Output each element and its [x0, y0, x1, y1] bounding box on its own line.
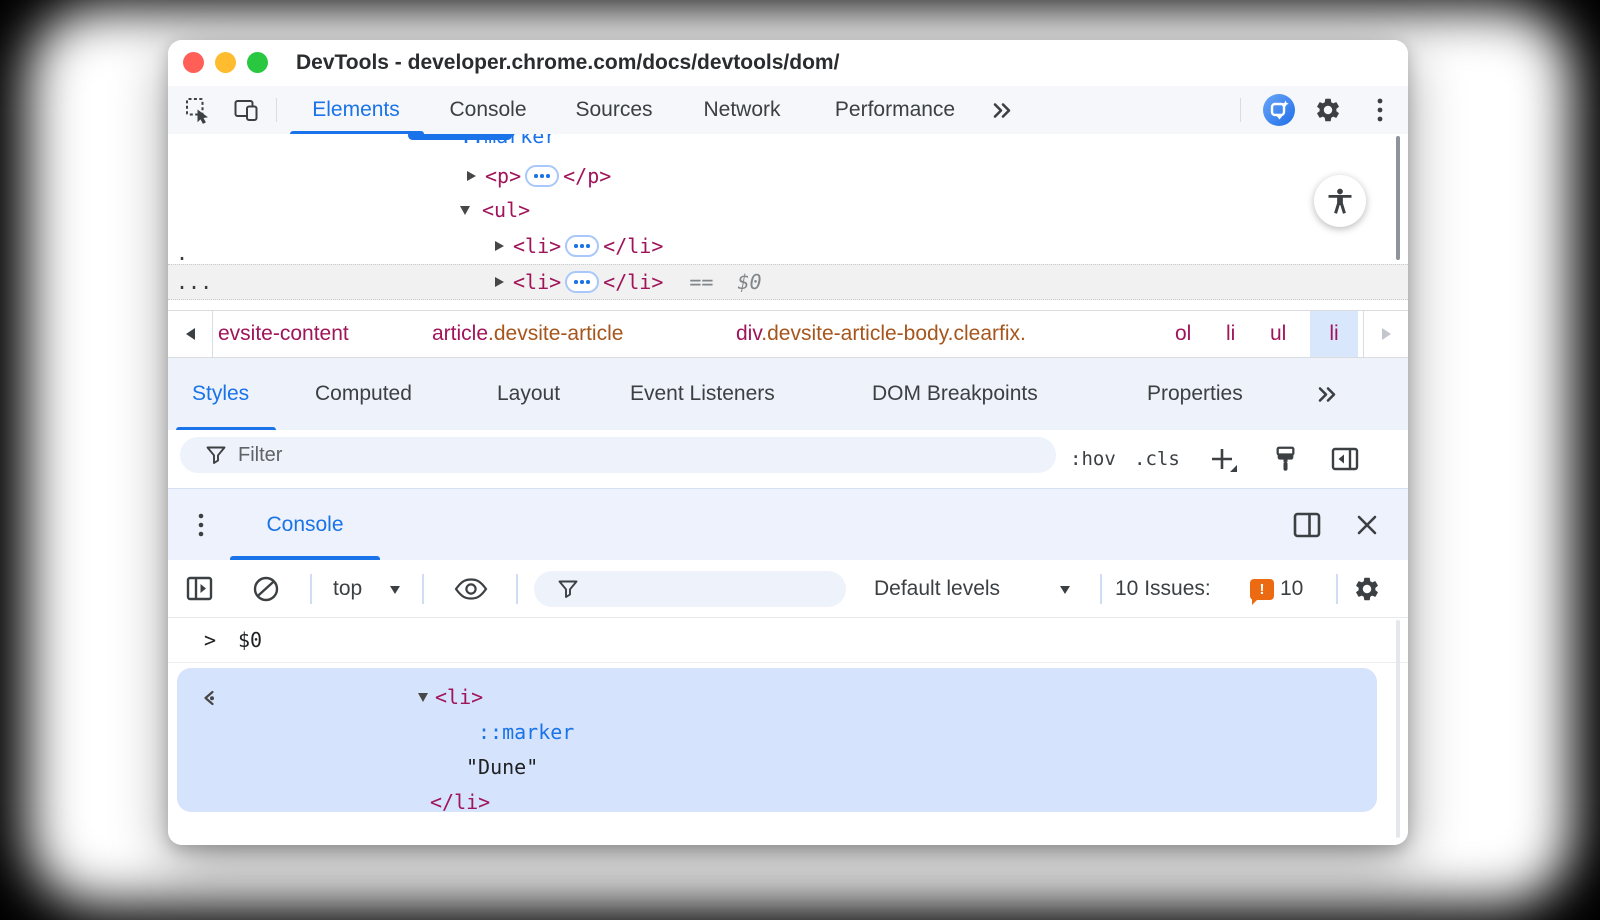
settings-gear-icon[interactable]	[1314, 96, 1342, 124]
split-panel-icon[interactable]	[1293, 512, 1321, 538]
elements-dom-tree: ::marker <p> </p> <ul> <li> </li> . ... …	[168, 134, 1408, 310]
expand-arrow-icon[interactable]	[495, 241, 504, 251]
new-style-rule-plus-icon[interactable]	[1210, 447, 1238, 473]
console-result-arrow-icon	[201, 689, 221, 707]
devtools-window: DevTools - developer.chrome.com/docs/dev…	[168, 40, 1408, 845]
accessibility-icon[interactable]	[1314, 175, 1366, 227]
window-title: DevTools - developer.chrome.com/docs/dev…	[296, 40, 839, 86]
zoom-traffic-light[interactable]	[247, 52, 268, 73]
toolbar-divider-right	[1240, 98, 1241, 122]
chevron-down-icon	[390, 586, 400, 594]
collapsed-content-icon[interactable]	[525, 165, 559, 187]
breadcrumb-item[interactable]: div.devsite-article-body.clearfix.	[736, 311, 1026, 357]
filter-funnel-icon	[206, 446, 226, 465]
class-toggle[interactable]: .cls	[1134, 430, 1180, 488]
styles-filter-bar: Filter :hov .cls	[168, 430, 1408, 488]
dom-breadcrumb: evsite-content article.devsite-article d…	[168, 310, 1408, 358]
console-settings-gear-icon[interactable]	[1353, 575, 1381, 603]
scroll-right-icon[interactable]	[1363, 311, 1408, 357]
toolbar-divider	[276, 98, 277, 122]
console-sidebar-icon[interactable]	[186, 576, 213, 601]
tab-performance[interactable]: Performance	[820, 86, 970, 134]
execution-context-selector[interactable]: top	[333, 560, 362, 618]
collapsed-content-icon[interactable]	[565, 235, 599, 257]
console-result-selected[interactable]: <li> ::marker "Dune" </li>	[177, 668, 1377, 812]
console-filter-input[interactable]	[534, 571, 846, 607]
scroll-left-icon[interactable]	[168, 311, 213, 357]
result-marker-pseudo[interactable]: ::marker	[478, 715, 574, 750]
styles-filter-input[interactable]: Filter	[180, 437, 1056, 473]
expand-arrow-icon[interactable]	[495, 277, 504, 287]
device-toolbar-icon[interactable]	[232, 96, 260, 124]
filter-funnel-icon	[558, 580, 578, 599]
ai-assistant-icon[interactable]	[1263, 94, 1295, 126]
live-expression-eye-icon[interactable]	[454, 578, 488, 600]
dom-node-li[interactable]: <li> </li>	[495, 228, 663, 264]
console-command-row: > $0	[168, 618, 1408, 663]
console-scrollbar[interactable]	[1396, 620, 1400, 838]
breadcrumb-item[interactable]: ol	[1175, 311, 1191, 357]
log-levels-selector[interactable]: Default levels	[874, 560, 1000, 618]
dollar-zero-annotation: $0	[737, 270, 761, 294]
drawer-kebab-icon[interactable]	[196, 512, 206, 538]
tab-properties[interactable]: Properties	[1147, 358, 1243, 430]
more-options-kebab-icon[interactable]	[1374, 97, 1386, 123]
breadcrumb-item[interactable]: ul	[1270, 311, 1286, 357]
console-messages: > $0 <li> ::marker "Dune" </li>	[168, 618, 1408, 845]
inspect-icon[interactable]	[184, 96, 212, 124]
tab-styles[interactable]: Styles	[192, 358, 249, 430]
elements-scrollbar[interactable]	[1396, 136, 1400, 260]
drawer-tab-console[interactable]: Console	[253, 489, 357, 561]
tab-sources[interactable]: Sources	[556, 86, 672, 134]
brush-icon[interactable]	[1272, 445, 1299, 473]
issues-count: 10	[1280, 560, 1303, 618]
console-command: $0	[238, 618, 262, 662]
equals-sign: ==	[689, 270, 713, 294]
dom-node-p[interactable]: <p> </p>	[467, 158, 611, 194]
dom-node-li-selected[interactable]: ... <li> </li> == $0	[168, 264, 1408, 300]
issues-badge[interactable]: !	[1250, 579, 1274, 600]
tab-layout[interactable]: Layout	[497, 358, 560, 430]
result-node-li[interactable]: <li>	[418, 680, 483, 715]
clear-console-icon[interactable]	[252, 575, 280, 603]
issues-label[interactable]: 10 Issues:	[1115, 560, 1211, 618]
tab-network[interactable]: Network	[684, 86, 800, 134]
collapse-arrow-icon[interactable]	[460, 206, 470, 215]
console-toolbar: top Default levels 10 Issues: ! 10	[168, 560, 1408, 618]
pseudo-state-toggle[interactable]: :hov	[1070, 430, 1116, 488]
more-tabs-chevron-icon[interactable]	[990, 102, 1014, 119]
result-text-node[interactable]: "Dune"	[466, 750, 538, 785]
minimize-traffic-light[interactable]	[215, 52, 236, 73]
result-node-li-close[interactable]: </li>	[430, 785, 490, 820]
expand-arrow-icon[interactable]	[467, 171, 476, 181]
devtools-main-toolbar: Elements Console Sources Network Perform…	[168, 86, 1408, 135]
toggle-sidebar-icon[interactable]	[1331, 447, 1359, 471]
close-icon[interactable]	[1356, 514, 1378, 536]
tab-dom-breakpoints[interactable]: DOM Breakpoints	[872, 358, 1038, 430]
close-traffic-light[interactable]	[183, 52, 204, 73]
breadcrumb-item[interactable]: article.devsite-article	[432, 311, 623, 357]
title-bar: DevTools - developer.chrome.com/docs/dev…	[168, 40, 1408, 87]
console-prompt-chevron: >	[204, 618, 216, 662]
chevron-down-icon	[1060, 586, 1070, 594]
gutter-ellipsis: ...	[176, 265, 212, 299]
more-tabs-chevron-icon[interactable]	[1315, 386, 1339, 403]
filter-placeholder: Filter	[238, 444, 282, 467]
dom-node-ul[interactable]: <ul>	[460, 192, 530, 228]
collapse-arrow-icon[interactable]	[418, 693, 428, 702]
tab-console[interactable]: Console	[436, 86, 540, 134]
breadcrumb-item-selected[interactable]: li	[1310, 311, 1358, 357]
dom-node-marker-clipped[interactable]: ::marker	[460, 134, 556, 151]
console-drawer-header: Console	[168, 488, 1408, 560]
tab-computed[interactable]: Computed	[315, 358, 412, 430]
collapsed-content-icon[interactable]	[565, 271, 599, 293]
tab-elements[interactable]: Elements	[288, 86, 424, 134]
tab-event-listeners[interactable]: Event Listeners	[630, 358, 775, 430]
styles-panel-tabs: Styles Computed Layout Event Listeners D…	[168, 358, 1408, 430]
gutter-dot: .	[176, 242, 188, 264]
breadcrumb-item[interactable]: li	[1226, 311, 1235, 357]
breadcrumb-item[interactable]: evsite-content	[218, 311, 349, 357]
